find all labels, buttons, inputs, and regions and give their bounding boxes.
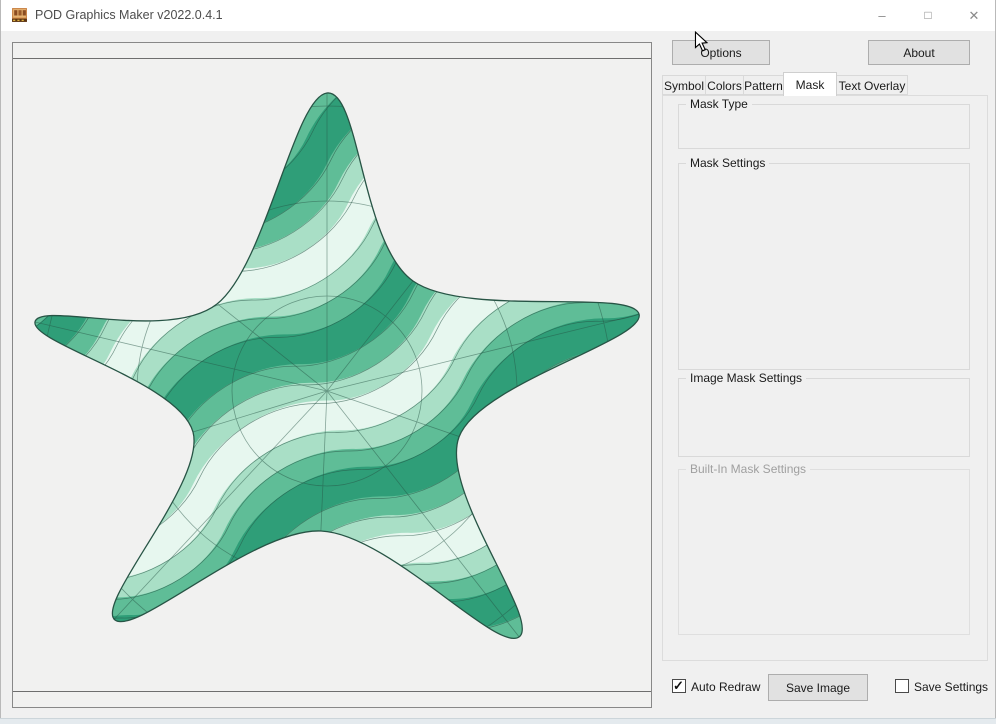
tab-colors[interactable]: Colors bbox=[705, 75, 744, 95]
window-bottom-border bbox=[0, 718, 996, 724]
minimize-icon[interactable]: – bbox=[859, 0, 905, 31]
tab-symbol[interactable]: Symbol bbox=[662, 75, 706, 95]
save-image-button[interactable]: Save Image bbox=[768, 674, 868, 701]
frame-divider-bottom bbox=[13, 691, 651, 692]
mask-settings-group-title: Mask Settings bbox=[686, 156, 769, 170]
tab-pattern[interactable]: Pattern bbox=[743, 75, 784, 95]
preview-image bbox=[13, 59, 651, 691]
options-button[interactable]: Options bbox=[672, 40, 770, 65]
auto-redraw-label[interactable]: Auto Redraw bbox=[691, 680, 760, 694]
about-button[interactable]: About bbox=[868, 40, 970, 65]
built-in-mask-settings-group-title: Built-In Mask Settings bbox=[686, 462, 810, 476]
title-bar: POD Graphics Maker v2022.0.4.1 – □ ✕ bbox=[1, 0, 995, 31]
app-icon bbox=[11, 7, 28, 24]
image-mask-settings-group-title: Image Mask Settings bbox=[686, 371, 806, 385]
mask-settings-group: Mask Settings bbox=[678, 163, 970, 370]
window-title: POD Graphics Maker v2022.0.4.1 bbox=[35, 8, 223, 22]
tab-text-overlay[interactable]: Text Overlay bbox=[836, 75, 908, 95]
save-settings-checkbox[interactable] bbox=[895, 679, 909, 693]
tab-mask[interactable]: Mask bbox=[783, 72, 837, 96]
save-image-button-label: Save Image bbox=[786, 681, 850, 695]
image-mask-settings-group: Image Mask Settings bbox=[678, 378, 970, 457]
mouse-cursor bbox=[694, 31, 708, 52]
mask-type-group: Mask Type bbox=[678, 104, 970, 149]
close-icon[interactable]: ✕ bbox=[951, 0, 996, 31]
built-in-mask-settings-group: Built-In Mask Settings bbox=[678, 469, 970, 635]
save-settings-label[interactable]: Save Settings bbox=[914, 680, 988, 694]
about-button-label: About bbox=[903, 46, 934, 60]
mask-type-group-title: Mask Type bbox=[686, 97, 752, 111]
auto-redraw-checkbox[interactable] bbox=[672, 679, 686, 693]
preview-frame bbox=[12, 42, 652, 708]
app-window: { "window": { "title": "POD Graphics Mak… bbox=[0, 0, 996, 724]
maximize-icon[interactable]: □ bbox=[905, 0, 951, 31]
